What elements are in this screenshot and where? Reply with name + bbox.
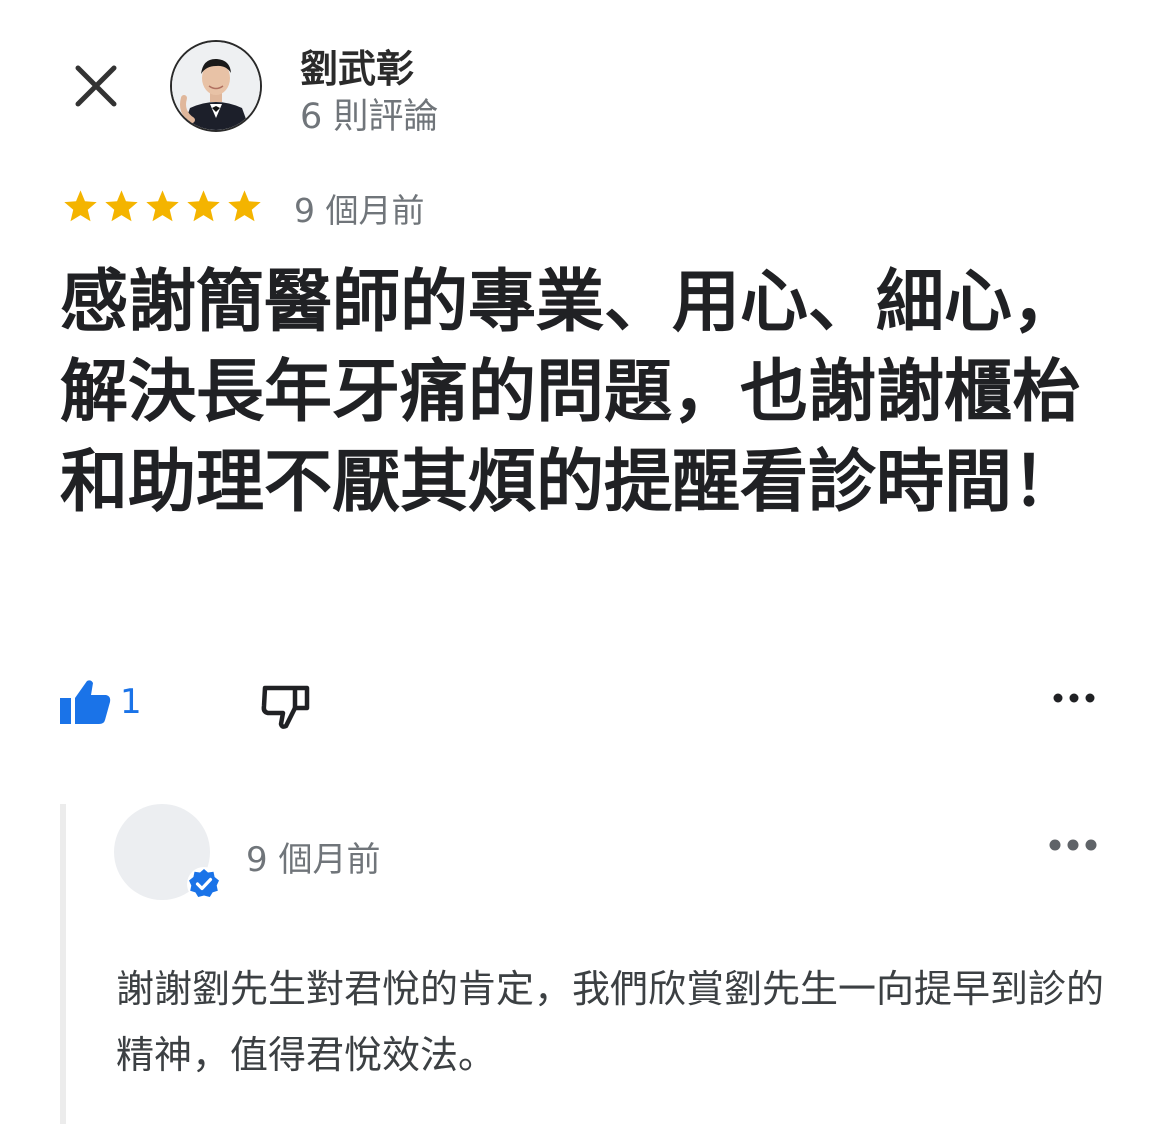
close-icon[interactable] — [66, 56, 126, 116]
dislike-button[interactable] — [258, 680, 314, 738]
more-options-icon[interactable] — [1050, 690, 1098, 706]
reply-divider — [60, 804, 66, 1124]
like-button[interactable]: 1 — [58, 678, 142, 726]
reviewer-name[interactable]: 劉武彰 — [300, 38, 414, 93]
star-icon — [105, 190, 138, 222]
verified-badge-icon — [187, 867, 221, 901]
reply-text: 謝謝劉先生對君悅的肯定，我們欣賞劉先生一向提早到診的精神，值得君悅效法。 — [116, 967, 1105, 1077]
reviewer-avatar[interactable] — [170, 40, 262, 132]
review-time: 9 個月前 — [294, 191, 425, 230]
like-count: 1 — [120, 682, 142, 722]
more-options-icon[interactable] — [1046, 836, 1100, 854]
reply-more-button[interactable] — [1046, 836, 1100, 858]
thumbs-up-icon[interactable] — [58, 678, 112, 726]
profile-photo-icon — [172, 42, 260, 130]
thumbs-down-icon[interactable] — [258, 680, 314, 734]
close-button[interactable] — [66, 56, 126, 116]
review-more-button[interactable] — [1050, 690, 1098, 710]
star-icon — [187, 190, 220, 222]
reviewer-review-count[interactable]: 6 則評論 — [300, 88, 438, 139]
star-icon — [228, 190, 261, 222]
star-icon — [64, 190, 97, 222]
review-text: 感謝簡醫師的專業、用心、細心，解決長年牙痛的問題，也謝謝櫃枱和助理不厭其煩的提醒… — [60, 263, 1081, 522]
reply-time: 9 個月前 — [246, 840, 381, 880]
star-rating — [62, 188, 263, 225]
star-icon — [146, 190, 179, 222]
verified-badge — [186, 866, 222, 902]
